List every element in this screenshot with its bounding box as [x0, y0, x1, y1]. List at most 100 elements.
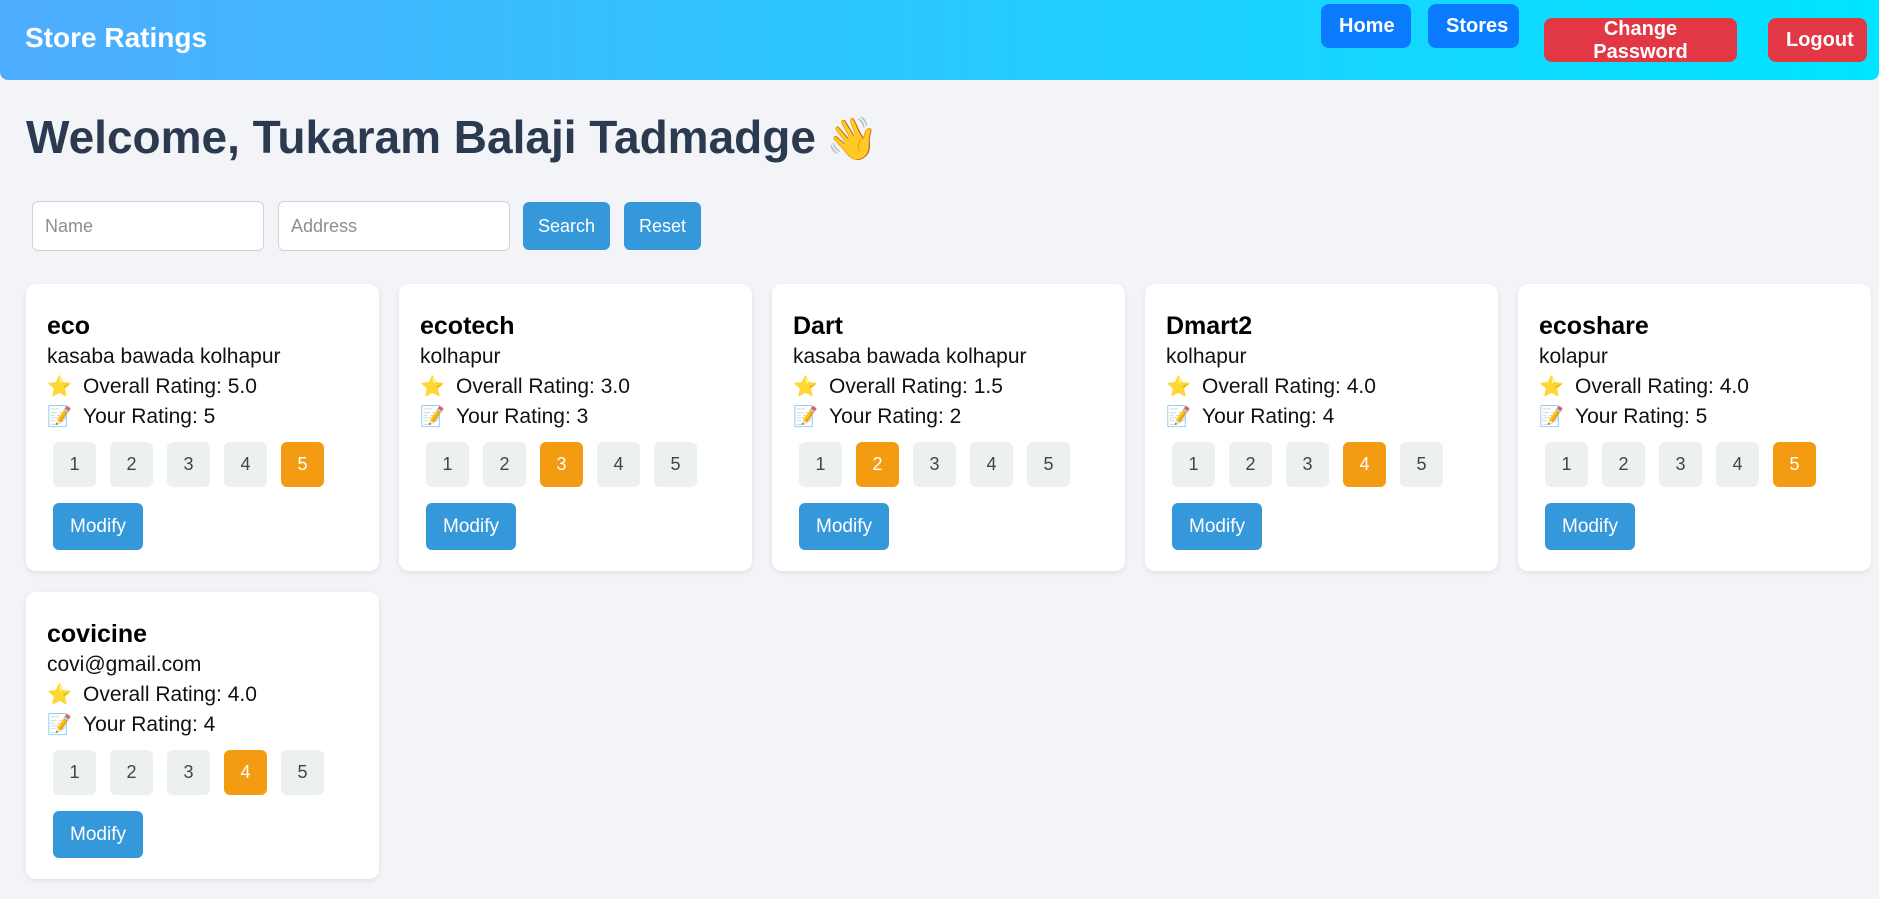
memo-icon: 📝 — [1539, 406, 1564, 428]
store-address: kasaba bawada kolhapur — [47, 345, 281, 368]
stores-button[interactable]: Stores — [1428, 4, 1519, 48]
address-search-input[interactable] — [278, 201, 510, 251]
navbar: Store Ratings Home Stores Change Passwor… — [0, 0, 1879, 80]
your-rating: 📝 Your Rating: 2 — [793, 402, 1104, 432]
rating-option-1[interactable]: 1 — [1545, 442, 1588, 487]
overall-rating-value: 4.0 — [1719, 375, 1749, 398]
search-button[interactable]: Search — [523, 202, 610, 250]
overall-rating-label: Overall Rating: — [456, 375, 601, 398]
your-rating-label: Your Rating: — [829, 405, 950, 428]
overall-rating-label: Overall Rating: — [1202, 375, 1347, 398]
rating-option-4[interactable]: 4 — [597, 442, 640, 487]
rating-option-5[interactable]: 5 — [654, 442, 697, 487]
your-rating-value: 2 — [949, 405, 962, 428]
star-icon: ⭐ — [47, 376, 72, 398]
rating-selector: 12345 — [426, 442, 731, 487]
rating-option-3[interactable]: 3 — [1286, 442, 1329, 487]
rating-option-4[interactable]: 4 — [1716, 442, 1759, 487]
rating-option-3[interactable]: 3 — [540, 442, 583, 487]
rating-option-2[interactable]: 2 — [110, 750, 153, 795]
store-card: eco kasaba bawada kolhapur ⭐ Overall Rating… — [26, 284, 379, 571]
rating-option-4[interactable]: 4 — [1343, 442, 1386, 487]
rating-option-1[interactable]: 1 — [53, 750, 96, 795]
modify-button[interactable]: Modify — [1172, 503, 1262, 550]
rating-option-1[interactable]: 1 — [799, 442, 842, 487]
rating-option-3[interactable]: 3 — [1659, 442, 1702, 487]
rating-option-2[interactable]: 2 — [110, 442, 153, 487]
overall-rating-value: 1.5 — [973, 375, 1003, 398]
rating-option-4[interactable]: 4 — [224, 442, 267, 487]
overall-rating-value: 4.0 — [1346, 375, 1376, 398]
overall-rating-value: 4.0 — [227, 683, 257, 706]
star-icon: ⭐ — [420, 376, 445, 398]
memo-icon: 📝 — [420, 406, 445, 428]
reset-button[interactable]: Reset — [624, 202, 701, 250]
your-rating: 📝 Your Rating: 4 — [47, 710, 358, 740]
store-name: covicine — [47, 620, 148, 648]
name-search-input[interactable] — [32, 201, 264, 251]
star-icon: ⭐ — [1539, 376, 1564, 398]
rating-option-3[interactable]: 3 — [167, 442, 210, 487]
rating-option-2[interactable]: 2 — [1229, 442, 1272, 487]
store-address: covi@gmail.com — [47, 653, 202, 676]
overall-rating-label: Overall Rating: — [1575, 375, 1720, 398]
rating-option-3[interactable]: 3 — [913, 442, 956, 487]
store-card: covicine covi@gmail.com ⭐ Overall Rating: 4… — [26, 592, 379, 879]
your-rating-value: 3 — [576, 405, 589, 428]
your-rating-value: 4 — [1322, 405, 1335, 428]
rating-selector: 12345 — [53, 442, 358, 487]
modify-button[interactable]: Modify — [799, 503, 889, 550]
brand-title: Store Ratings — [25, 22, 208, 53]
rating-option-5[interactable]: 5 — [1773, 442, 1816, 487]
your-rating-value: 4 — [203, 713, 216, 736]
modify-button[interactable]: Modify — [426, 503, 516, 550]
home-button[interactable]: Home — [1321, 4, 1411, 48]
page-title: Welcome, Tukaram Balaji Tadmadge 👋 — [26, 110, 878, 164]
rating-option-1[interactable]: 1 — [426, 442, 469, 487]
rating-option-5[interactable]: 5 — [1400, 442, 1443, 487]
rating-option-5[interactable]: 5 — [1027, 442, 1070, 487]
modify-button[interactable]: Modify — [1545, 503, 1635, 550]
store-card: ecotech kolhapur ⭐ Overall Rating: 3.0 📝 Your… — [399, 284, 752, 571]
your-rating-value: 5 — [1695, 405, 1708, 428]
rating-option-5[interactable]: 5 — [281, 442, 324, 487]
your-rating: 📝 Your Rating: 3 — [420, 402, 731, 432]
overall-rating: ⭐ Overall Rating: 3.0 — [420, 372, 731, 402]
rating-option-5[interactable]: 5 — [281, 750, 324, 795]
change-password-button[interactable]: Change Password — [1544, 18, 1737, 63]
overall-rating-value: 5.0 — [227, 375, 257, 398]
rating-option-1[interactable]: 1 — [1172, 442, 1215, 487]
rating-option-1[interactable]: 1 — [53, 442, 96, 487]
your-rating-label: Your Rating: — [1202, 405, 1323, 428]
your-rating-label: Your Rating: — [1575, 405, 1696, 428]
rating-option-2[interactable]: 2 — [856, 442, 899, 487]
store-card: Dart kasaba bawada kolhapur ⭐ Overall Ratin… — [772, 284, 1125, 571]
rating-option-2[interactable]: 2 — [483, 442, 526, 487]
store-name: eco — [47, 312, 91, 340]
overall-rating-value: 3.0 — [600, 375, 630, 398]
your-rating-label: Your Rating: — [456, 405, 577, 428]
rating-option-4[interactable]: 4 — [970, 442, 1013, 487]
modify-button[interactable]: Modify — [53, 503, 143, 550]
rating-option-3[interactable]: 3 — [167, 750, 210, 795]
your-rating: 📝 Your Rating: 4 — [1166, 402, 1477, 432]
waving-hand-icon: 👋 — [825, 115, 879, 162]
rating-option-2[interactable]: 2 — [1602, 442, 1645, 487]
your-rating: 📝 Your Rating: 5 — [1539, 402, 1850, 432]
memo-icon: 📝 — [1166, 406, 1191, 428]
rating-option-4[interactable]: 4 — [224, 750, 267, 795]
store-address: kolapur — [1539, 345, 1608, 368]
welcome-text: Welcome, Tukaram Balaji Tadmadge — [26, 111, 816, 163]
overall-rating: ⭐ Overall Rating: 4.0 — [1166, 372, 1477, 402]
rating-selector: 12345 — [53, 750, 358, 795]
modify-button[interactable]: Modify — [53, 811, 143, 858]
memo-icon: 📝 — [47, 406, 72, 428]
memo-icon: 📝 — [47, 714, 72, 736]
store-name: Dart — [793, 312, 844, 340]
store-address: kolhapur — [420, 345, 501, 368]
star-icon: ⭐ — [1166, 376, 1191, 398]
store-card: Dmart2 kolhapur ⭐ Overall Rating: 4.0 📝 Your … — [1145, 284, 1498, 571]
your-rating-value: 5 — [203, 405, 216, 428]
logout-button[interactable]: Logout — [1768, 18, 1867, 62]
your-rating: 📝 Your Rating: 5 — [47, 402, 358, 432]
